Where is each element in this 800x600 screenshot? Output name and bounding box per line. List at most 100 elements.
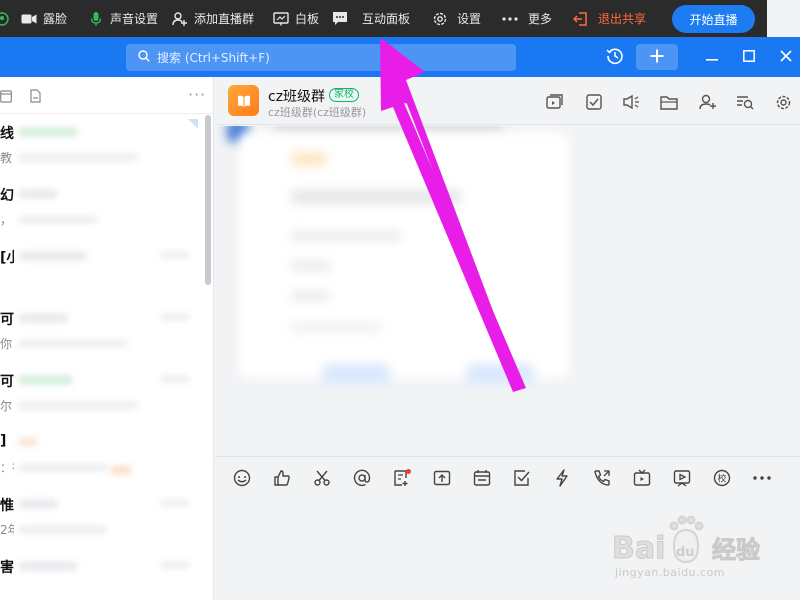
history-button[interactable] <box>603 37 627 77</box>
announcement-icon[interactable] <box>621 92 641 112</box>
close-icon <box>780 49 792 65</box>
watermark-du: du <box>676 545 695 560</box>
conversation-item[interactable]: 可企 尔 <box>0 363 204 425</box>
lightning-icon[interactable] <box>551 467 573 489</box>
conversation-item[interactable]: 线 教 <box>0 115 204 177</box>
conversation-preview: 教 <box>0 151 13 165</box>
exit-share-label: 退出共享 <box>598 12 647 26</box>
search-history-icon[interactable] <box>735 92 755 112</box>
gear-icon[interactable] <box>773 92 793 112</box>
conversation-name: 可小 <box>0 312 14 328</box>
chat-header: cz班级群 家校 cz班级群(cz班级群) <box>215 77 800 125</box>
live-toolbar: 露脸 声音设置 添加直播群 白板 互动面板 设置 更多 退出共享 开始直播 <box>0 0 767 37</box>
video-lesson-icon[interactable] <box>671 467 693 489</box>
conversation-item[interactable]: ] ：在 <box>0 425 204 487</box>
conversation-item[interactable]: 幻 ， <box>0 177 204 239</box>
book-icon <box>237 95 250 107</box>
screen-share-icon[interactable] <box>545 92 565 112</box>
conversation-item[interactable]: [小 <box>0 239 204 301</box>
whiteboard-button[interactable]: 白板 <box>273 0 319 37</box>
add-group-icon <box>172 11 188 27</box>
group-subtitle: cz班级群(cz班级群) <box>268 106 367 119</box>
avatar-toggle[interactable] <box>0 0 16 37</box>
upload-file-icon[interactable] <box>431 467 453 489</box>
conversation-name: 幻 <box>0 188 14 204</box>
home-school-badge: 家校 <box>329 88 359 102</box>
start-live-button[interactable]: 开始直播 <box>672 5 755 33</box>
add-live-group-button[interactable]: 添加直播群 <box>172 0 254 37</box>
document-icon[interactable] <box>30 89 41 106</box>
watermark-brand: Bai <box>612 531 665 566</box>
conversation-name: [小 <box>0 250 14 266</box>
mention-icon[interactable] <box>351 467 373 489</box>
plus-icon <box>650 49 664 66</box>
maximize-button[interactable] <box>739 37 759 77</box>
maximize-icon <box>743 49 755 65</box>
minimize-button[interactable] <box>702 37 722 77</box>
conversation-preview: ， <box>0 213 13 227</box>
group-avatar[interactable] <box>228 85 259 116</box>
search-box[interactable] <box>126 44 516 71</box>
settings-button[interactable]: 设置 <box>432 0 481 37</box>
conversation-preview: 尔 <box>0 399 13 413</box>
list-more-icon[interactable]: ··· <box>188 85 206 104</box>
conversation-preview: 2年 <box>0 523 14 537</box>
exit-share-button[interactable]: 退出共享 <box>572 0 646 37</box>
more-label: 更多 <box>528 12 553 26</box>
beauty-button[interactable]: 露脸 <box>21 0 67 37</box>
input-toolbar: 校 <box>215 456 800 500</box>
whiteboard-label: 白板 <box>295 12 320 26</box>
conversation-preview: ：在 <box>0 461 14 475</box>
conversation-name: 线 <box>0 126 14 142</box>
person-icon <box>0 11 10 27</box>
scissors-icon[interactable] <box>311 467 333 489</box>
message-card <box>239 132 569 378</box>
watermark-jingyan: 经验 <box>712 536 760 564</box>
more-tools-icon[interactable] <box>751 467 773 489</box>
microphone-icon <box>88 11 104 27</box>
conversation-name: 害 <box>0 560 14 576</box>
school-badge-icon[interactable]: 校 <box>711 467 733 489</box>
conversation-name: 可企 <box>0 374 14 390</box>
scrollbar[interactable] <box>205 115 211 285</box>
calendar-icon[interactable] <box>0 89 12 106</box>
check-task-icon[interactable] <box>511 467 533 489</box>
settings-label: 设置 <box>457 12 482 26</box>
chat-message-area <box>215 126 800 456</box>
checkbox-task-icon[interactable] <box>584 92 604 112</box>
sound-settings-label: 声音设置 <box>110 12 159 26</box>
gear-icon <box>432 11 448 27</box>
homework-icon[interactable] <box>391 467 413 489</box>
live-tv-icon[interactable] <box>631 467 653 489</box>
conversation-list: ··· 线 教 幻 ， [小 可小 你 可企 尔 ] ：在 <box>0 77 214 600</box>
sound-settings-button[interactable]: 声音设置 <box>88 0 158 37</box>
conversation-item[interactable]: 惟 2年 <box>0 487 204 549</box>
beauty-label: 露脸 <box>43 12 68 26</box>
more-button[interactable]: 更多 <box>502 0 552 37</box>
phone-call-icon[interactable] <box>591 467 613 489</box>
interactive-panel-button[interactable]: 互动面板 <box>332 0 410 37</box>
ellipsis-icon <box>502 11 518 27</box>
minimize-icon <box>706 50 718 64</box>
thumbs-up-icon[interactable] <box>271 467 293 489</box>
add-member-icon[interactable] <box>698 92 718 112</box>
watermark-url: jingyan.baidu.com <box>615 566 726 579</box>
conversation-item[interactable]: 可小 你 <box>0 301 204 363</box>
close-button[interactable] <box>776 37 796 77</box>
add-live-group-label: 添加直播群 <box>194 12 255 26</box>
video-camera-icon <box>21 11 37 27</box>
folder-icon[interactable] <box>659 92 679 112</box>
conversation-name: 惟 <box>0 498 14 514</box>
interactive-panel-label: 互动面板 <box>362 12 411 26</box>
search-input[interactable] <box>157 50 497 65</box>
conversation-item[interactable]: 害 <box>0 549 204 600</box>
search-icon <box>138 50 150 65</box>
title-bar <box>0 37 800 77</box>
emoji-icon[interactable] <box>231 467 253 489</box>
exit-icon <box>572 11 588 27</box>
baidu-jingyan-watermark: Bai du 经验 <box>612 512 792 592</box>
add-button[interactable] <box>636 44 678 70</box>
schedule-icon[interactable] <box>471 467 493 489</box>
conversation-preview: 你 <box>0 337 13 351</box>
chat-bubble-icon <box>332 11 348 27</box>
